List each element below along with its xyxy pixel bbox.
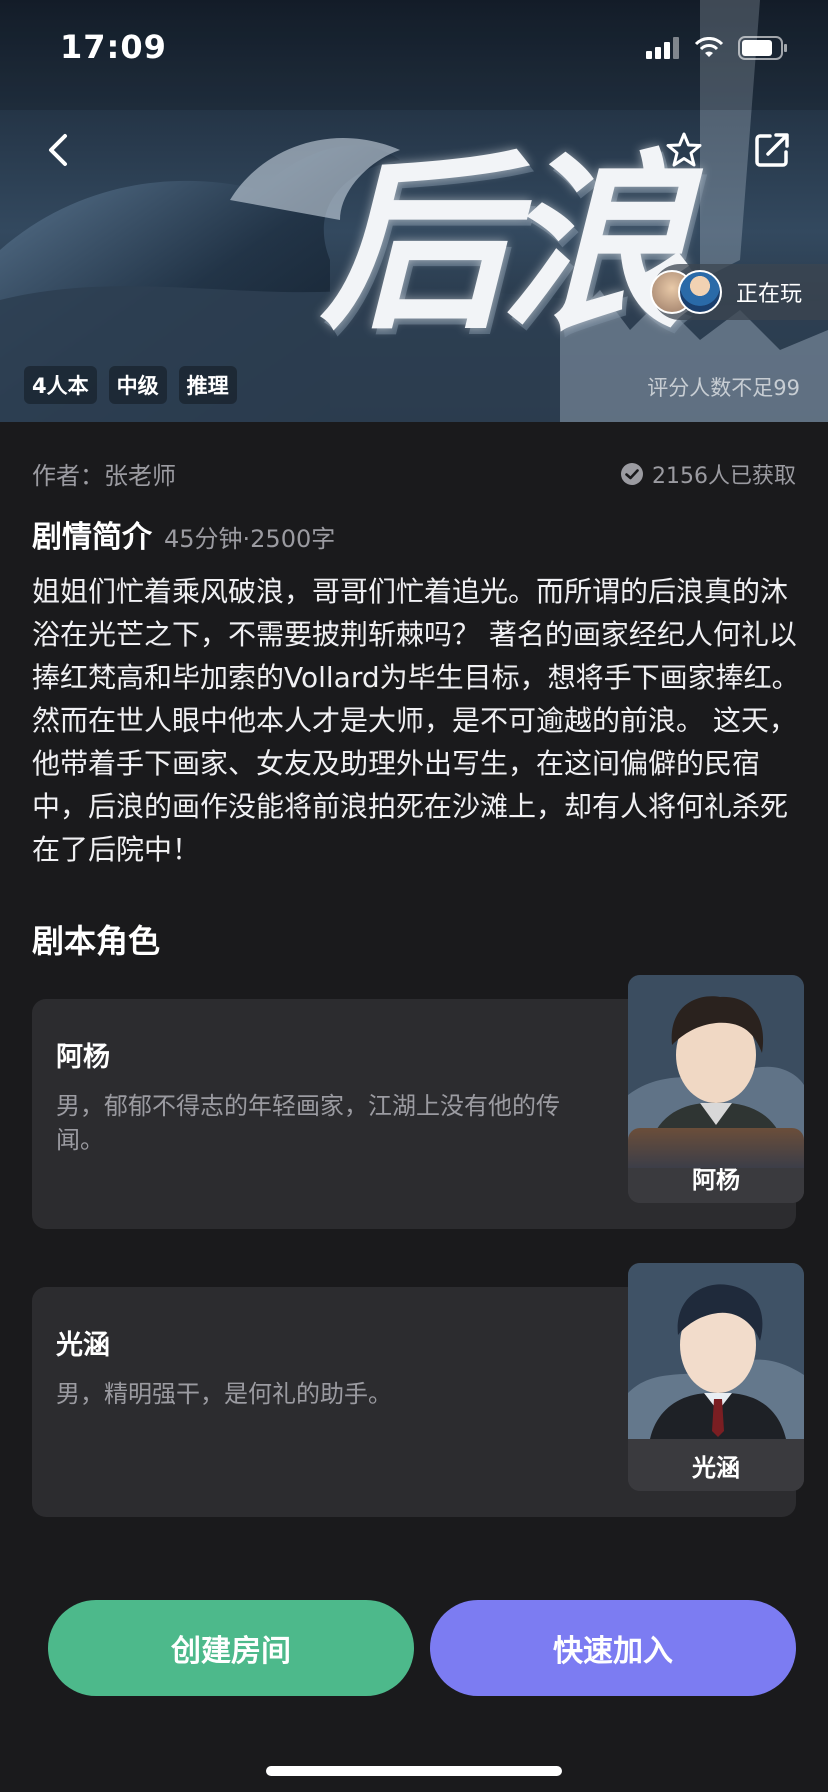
script-tags: 4人本 中级 推理 [24, 366, 237, 404]
status-bar: 17:09 [0, 0, 828, 100]
back-button[interactable] [30, 122, 86, 178]
synopsis-title: 剧情简介 [32, 520, 152, 555]
obtained-text: 2156人已获取 [652, 463, 796, 489]
wifi-icon [694, 37, 724, 57]
battery-icon [738, 36, 787, 60]
role-portrait-partial [628, 1128, 804, 1168]
portrait-name: 光涵 [628, 1439, 804, 1491]
role-name: 光涵 [56, 1330, 110, 1361]
role-portrait: 光涵 [628, 1263, 804, 1491]
author-row: 作者：张老师 2156人已获取 [32, 456, 796, 491]
player-avatars [649, 270, 722, 314]
role-description: 男，郁郁不得志的年轻画家，江湖上没有他的传闻。 [56, 1092, 560, 1154]
quick-join-button[interactable]: 快速加入 [430, 1600, 796, 1696]
create-room-button[interactable]: 创建房间 [48, 1600, 414, 1696]
share-icon [755, 133, 789, 167]
cellular-signal-icon [646, 37, 679, 59]
obtained-count: 2156人已获取 [620, 458, 796, 490]
role-card[interactable]: 光涵 男，精明强干，是何礼的助手。 光涵 [32, 1263, 804, 1517]
tag-difficulty: 中级 [108, 366, 167, 404]
star-icon [666, 132, 702, 167]
portrait-art [628, 1263, 804, 1439]
role-description: 男，精明强干，是何礼的助手。 [56, 1380, 392, 1408]
home-indicator [266, 1766, 562, 1776]
synopsis-meta: 45分钟·2500字 [164, 525, 336, 553]
author-label: 作者：张老师 [32, 462, 176, 490]
role-card[interactable]: 阿杨 男，郁郁不得志的年轻画家，江湖上没有他的传闻。 阿杨 [32, 975, 804, 1229]
hero-banner: 后浪 17:09 正在玩 4人本 中级 推理 评分人数不足99 [0, 0, 828, 422]
role-portrait: 阿杨 [628, 975, 804, 1203]
status-icons [646, 36, 788, 60]
rating-note: 评分人数不足99 [647, 376, 800, 400]
now-playing-chip[interactable]: 正在玩 [649, 264, 828, 320]
avatar [677, 270, 722, 314]
synopsis-header: 剧情简介 45分钟·2500字 [32, 512, 335, 556]
bottom-action-bar: 创建房间 快速加入 [0, 1570, 828, 1792]
role-name: 阿杨 [56, 1042, 110, 1073]
script-title-art: 后浪 [320, 132, 690, 355]
chevron-left-icon [49, 134, 67, 166]
favorite-button[interactable] [656, 122, 712, 178]
tag-players: 4人本 [24, 366, 97, 404]
status-time: 17:09 [60, 28, 167, 66]
synopsis-text: 姐姐们忙着乘风破浪，哥哥们忙着追光。而所谓的后浪真的沐浴在光芒之下，不需要披荆斩… [32, 575, 800, 866]
portrait-art [628, 975, 804, 1151]
check-circle-icon [621, 462, 643, 485]
now-playing-label: 正在玩 [735, 282, 802, 307]
roles-title: 剧本角色 [32, 922, 161, 960]
tag-genre: 推理 [178, 366, 237, 404]
share-button[interactable] [744, 122, 800, 178]
